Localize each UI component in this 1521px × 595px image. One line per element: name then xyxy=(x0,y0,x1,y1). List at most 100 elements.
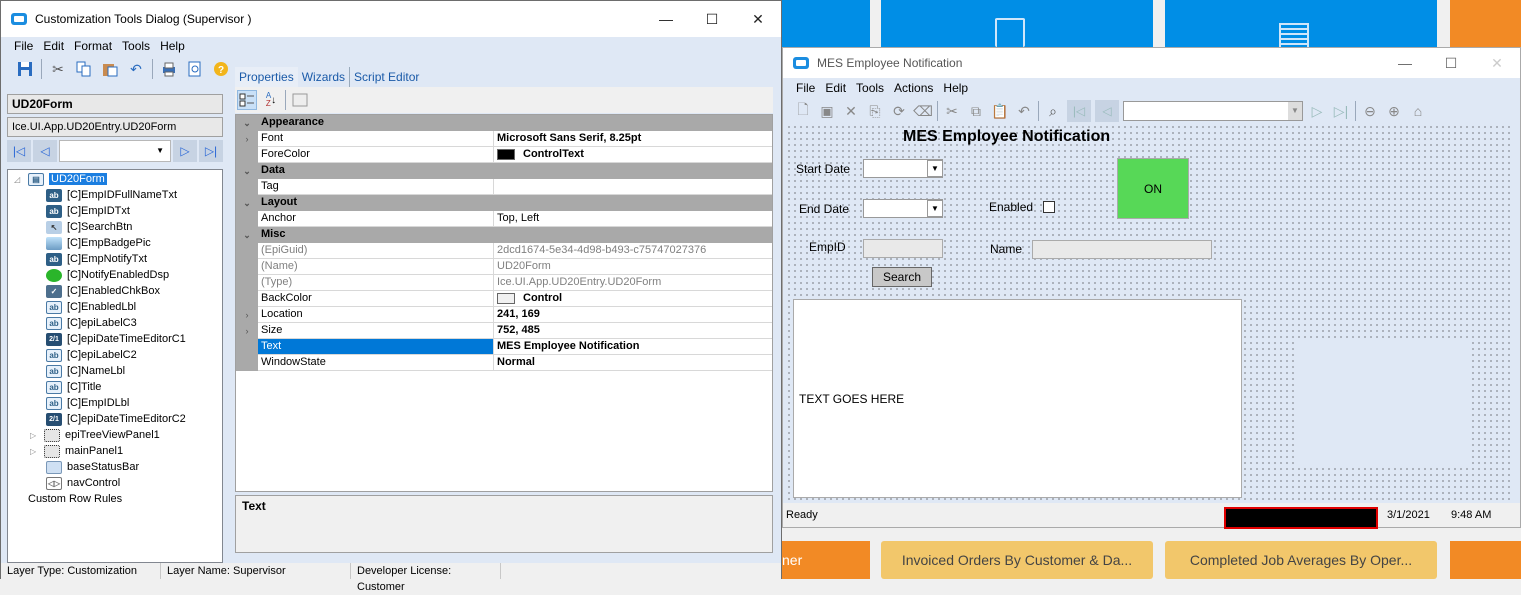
tree-node[interactable]: ab [C]EnabledLbl xyxy=(46,299,136,315)
next-record-icon[interactable]: ▷ xyxy=(1307,101,1327,121)
attach-icon[interactable]: ⎘ xyxy=(865,101,885,121)
property-value[interactable] xyxy=(494,179,772,195)
tree-node[interactable]: ab [C]Title xyxy=(46,379,101,395)
property-value[interactable]: 752, 485 xyxy=(494,323,772,339)
previous-record-button[interactable]: ◁ xyxy=(33,140,57,162)
maximize-button[interactable]: ☐ xyxy=(1428,48,1474,78)
close-button[interactable]: ✕ xyxy=(1474,48,1520,78)
end-date-picker[interactable]: ▼ xyxy=(863,199,943,218)
menu-edit[interactable]: Edit xyxy=(820,80,851,98)
print-preview-icon[interactable] xyxy=(185,59,205,79)
maximize-button[interactable]: ☐ xyxy=(689,1,735,37)
bg-tile-1[interactable]: ner xyxy=(782,541,870,579)
tree-node[interactable]: [C]NotifyEnabledDsp xyxy=(46,267,169,283)
first-record-button[interactable]: |◁ xyxy=(1067,100,1091,122)
property-value[interactable]: Ice.UI.App.UD20Entry.UD20Form xyxy=(494,275,772,291)
tree-node[interactable]: [C]EmpBadgePic xyxy=(46,235,151,251)
menu-actions[interactable]: Actions xyxy=(889,80,938,98)
last-record-button[interactable]: ▷| xyxy=(199,140,223,162)
notify-text-area[interactable]: TEXT GOES HERE xyxy=(793,299,1242,498)
new-icon[interactable]: 🗋 xyxy=(793,101,813,121)
cut-icon[interactable]: ✂ xyxy=(48,59,68,79)
delete-icon[interactable]: ✕ xyxy=(841,101,861,121)
tree-node-root[interactable]: ◿ ▤ UD20Form xyxy=(14,171,107,187)
enabled-checkbox[interactable] xyxy=(1043,201,1055,213)
tree-node[interactable]: ab [C]EmpIDFullNameTxt xyxy=(46,187,177,203)
help-icon[interactable]: ? xyxy=(211,59,231,79)
property-row[interactable]: › Font Microsoft Sans Serif, 8.25pt xyxy=(236,131,772,147)
property-row[interactable]: (Type) Ice.UI.App.UD20Entry.UD20Form xyxy=(236,275,772,291)
bg-tile-blue-3[interactable] xyxy=(1165,0,1437,47)
empid-field[interactable] xyxy=(863,239,943,258)
tree-node[interactable]: 2/1 [C]epiDateTimeEditorC2 xyxy=(46,411,186,427)
copy-icon[interactable]: ⧉ xyxy=(966,101,986,121)
search-button[interactable]: Search xyxy=(872,267,932,287)
menu-format[interactable]: Format xyxy=(69,38,117,56)
title-bar[interactable]: Customization Tools Dialog (Supervisor )… xyxy=(1,1,781,37)
tree-node[interactable]: ◁▷ navControl xyxy=(46,475,120,491)
property-value[interactable]: MES Employee Notification xyxy=(494,339,772,355)
property-pages-icon[interactable] xyxy=(290,90,310,110)
print-icon[interactable] xyxy=(159,59,179,79)
chevron-right-icon[interactable]: › xyxy=(236,131,258,147)
menu-help[interactable]: Help xyxy=(938,80,973,98)
next-record-button[interactable]: ▷ xyxy=(173,140,197,162)
bg-tile-completed-jobs[interactable]: Completed Job Averages By Oper... xyxy=(1165,541,1437,579)
tree-node[interactable]: ▷ mainPanel1 xyxy=(30,443,123,459)
tree-node[interactable]: ab [C]epiLabelC3 xyxy=(46,315,137,331)
property-category[interactable]: ⌄ Layout xyxy=(236,195,772,211)
bg-tile-orange-bottom[interactable] xyxy=(1450,541,1521,579)
property-value[interactable]: Top, Left xyxy=(494,211,772,227)
back-icon[interactable]: ⊖ xyxy=(1360,101,1380,121)
property-row[interactable]: › Size 752, 485 xyxy=(236,323,772,339)
bg-tile-blue-2[interactable] xyxy=(881,0,1153,47)
minimize-button[interactable]: — xyxy=(643,1,689,37)
menu-tools[interactable]: Tools xyxy=(851,80,889,98)
forward-icon[interactable]: ⊕ xyxy=(1384,101,1404,121)
property-row[interactable]: Anchor Top, Left xyxy=(236,211,772,227)
tree-node[interactable]: ↖ [C]SearchBtn xyxy=(46,219,132,235)
property-value[interactable]: ControlText xyxy=(494,147,772,163)
tree-node[interactable]: ab [C]NameLbl xyxy=(46,363,125,379)
minimize-button[interactable]: — xyxy=(1382,48,1428,78)
save-icon[interactable]: ▣ xyxy=(817,101,837,121)
previous-record-button[interactable]: ◁ xyxy=(1095,100,1119,122)
undo-icon[interactable]: ↶ xyxy=(1014,101,1034,121)
control-tree[interactable]: ◿ ▤ UD20Form ab [C]EmpIDFullNameTxt ab [C]EmpI… xyxy=(7,169,223,563)
categorized-icon[interactable] xyxy=(237,90,257,110)
chevron-down-icon[interactable]: ⌄ xyxy=(236,115,258,131)
start-date-picker[interactable]: ▼ xyxy=(863,159,943,178)
bg-tile-orange-top[interactable] xyxy=(1450,0,1521,47)
property-row[interactable]: (EpiGuid) 2dcd1674-5e34-4d98-b493-c757470… xyxy=(236,243,772,259)
bg-tile-invoiced-orders[interactable]: Invoiced Orders By Customer & Da... xyxy=(881,541,1153,579)
record-selector[interactable]: ▼ xyxy=(59,140,171,162)
tree-node[interactable]: ab [C]EmpIDTxt xyxy=(46,203,130,219)
chevron-right-icon[interactable]: › xyxy=(236,323,258,339)
chevron-right-icon[interactable]: › xyxy=(236,307,258,323)
tree-node[interactable]: 2/1 [C]epiDateTimeEditorC1 xyxy=(46,331,186,347)
menu-edit[interactable]: Edit xyxy=(38,38,69,56)
chevron-down-icon[interactable]: ▼ xyxy=(927,160,943,177)
search-binoculars-icon[interactable]: ⌕ xyxy=(1043,101,1063,121)
record-selector[interactable]: ▼ xyxy=(1123,101,1303,121)
chevron-down-icon[interactable]: ⌄ xyxy=(236,195,258,211)
tab-script-editor[interactable]: Script Editor xyxy=(350,67,423,87)
tree-node[interactable]: ▷ epiTreeViewPanel1 xyxy=(30,427,160,443)
property-row[interactable]: BackColor Control xyxy=(236,291,772,307)
menu-file[interactable]: File xyxy=(9,38,38,56)
property-value[interactable]: Normal xyxy=(494,355,772,371)
name-field[interactable] xyxy=(1032,240,1212,259)
property-value[interactable]: UD20Form xyxy=(494,259,772,275)
property-row[interactable]: ForeColor ControlText xyxy=(236,147,772,163)
property-value[interactable]: Control xyxy=(494,291,772,307)
title-bar[interactable]: MES Employee Notification — ☐ ✕ xyxy=(783,48,1520,78)
save-icon[interactable] xyxy=(15,59,35,79)
chevron-down-icon[interactable]: ▼ xyxy=(927,200,943,217)
tree-node[interactable]: ✓ [C]EnabledChkBox xyxy=(46,283,160,299)
tree-node[interactable]: ab [C]epiLabelC2 xyxy=(46,347,137,363)
property-row[interactable]: (Name) UD20Form xyxy=(236,259,772,275)
home-icon[interactable]: ⌂ xyxy=(1408,101,1428,121)
property-value[interactable]: 241, 169 xyxy=(494,307,772,323)
paste-icon[interactable] xyxy=(100,59,120,79)
property-grid[interactable]: ⌄ Appearance › Font Microsoft Sans Serif, 8.… xyxy=(235,114,773,492)
